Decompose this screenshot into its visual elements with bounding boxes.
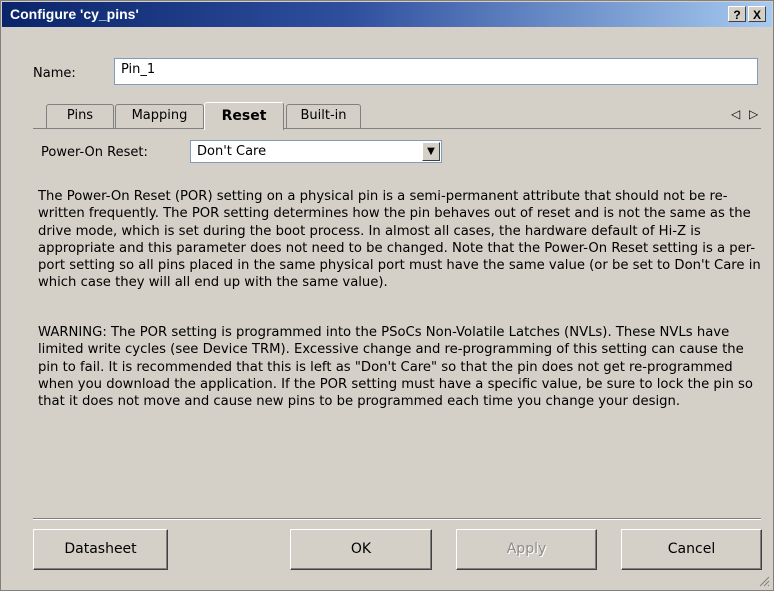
tab-scroll-right-icon[interactable]: ▷ [749, 107, 758, 121]
datasheet-label: Datasheet [64, 541, 137, 557]
tab-label: Pins [66, 108, 94, 123]
description-text: The Power-On Reset (POR) setting on a ph… [38, 189, 761, 291]
cancel-button[interactable]: Cancel [621, 529, 762, 570]
name-input[interactable]: Pin_1 [114, 58, 758, 85]
window-title: Configure 'cy_pins' [10, 6, 139, 22]
help-icon: ? [733, 8, 741, 22]
tab-pins[interactable]: Pins [46, 104, 114, 128]
help-button[interactable]: ? [728, 6, 746, 22]
ok-button[interactable]: OK [290, 529, 432, 570]
tab-reset[interactable]: Reset [204, 102, 284, 130]
resize-grip-icon[interactable] [758, 575, 770, 587]
apply-button[interactable]: Apply [456, 529, 597, 570]
tab-mapping[interactable]: Mapping [115, 104, 204, 128]
warning-text: WARNING: The POR setting is programmed i… [38, 325, 753, 410]
chevron-down-icon[interactable]: ▼ [422, 142, 440, 161]
name-label: Name: [33, 66, 76, 81]
close-icon: X [752, 8, 761, 22]
tab-label: Reset [221, 108, 267, 124]
ok-label: OK [350, 541, 372, 557]
power-on-reset-label: Power-On Reset: [41, 145, 148, 160]
tab-strip-border [33, 128, 761, 129]
title-bar[interactable]: Configure 'cy_pins' ? X [2, 2, 772, 27]
power-on-reset-select[interactable]: Don't Care ▼ [190, 140, 442, 163]
tab-built-in[interactable]: Built-in [286, 104, 361, 128]
tab-label: Built-in [300, 108, 347, 123]
divider [33, 518, 761, 520]
power-on-reset-value: Don't Care [197, 144, 267, 159]
cancel-label: Cancel [667, 541, 716, 557]
tab-scroll-left-icon[interactable]: ◁ [731, 107, 740, 121]
datasheet-button[interactable]: Datasheet [33, 529, 168, 570]
apply-label: Apply [506, 541, 547, 557]
tab-label: Mapping [131, 108, 188, 123]
close-button[interactable]: X [748, 6, 766, 22]
configure-dialog: Configure 'cy_pins' ? X Name: Pin_1 Pins… [0, 0, 774, 591]
